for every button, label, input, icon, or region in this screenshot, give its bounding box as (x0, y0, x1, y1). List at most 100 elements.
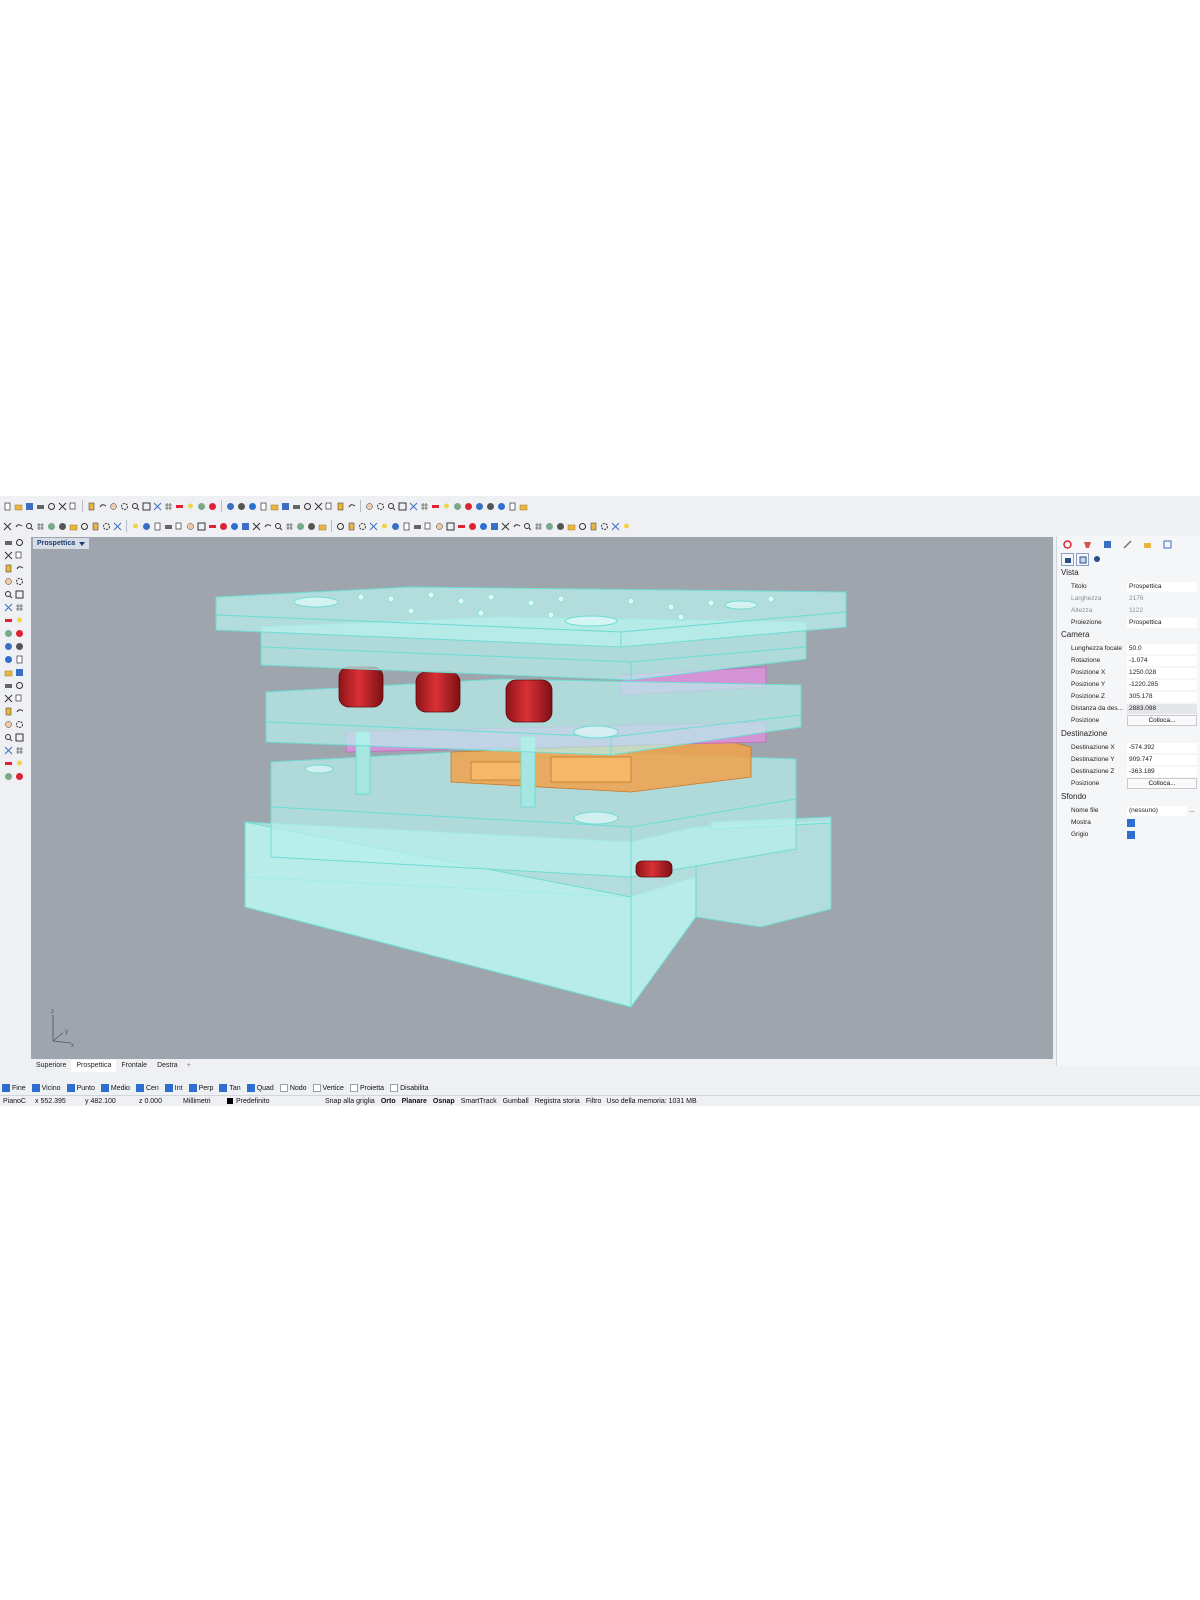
cut-icon[interactable] (501, 522, 510, 531)
print-icon[interactable] (292, 502, 301, 511)
grid-icon[interactable] (420, 502, 429, 511)
mostra-checkbox[interactable] (1127, 818, 1135, 827)
rotate-icon[interactable] (358, 522, 367, 531)
pan-icon[interactable] (4, 577, 13, 586)
car-icon[interactable] (208, 522, 217, 531)
undo-icon[interactable] (15, 564, 24, 573)
osnap-disabilita[interactable]: Disabilita (390, 1084, 428, 1092)
zoom-icon[interactable] (274, 522, 283, 531)
render-icon[interactable] (464, 502, 473, 511)
sphere-icon[interactable] (15, 642, 24, 651)
undo-icon[interactable] (15, 707, 24, 716)
cut-icon[interactable] (58, 502, 67, 511)
shade-icon[interactable] (4, 772, 13, 781)
cplane-label[interactable]: PianoC (3, 1098, 35, 1105)
zoom-extents-icon[interactable] (153, 502, 162, 511)
folder-tab-icon[interactable] (1139, 539, 1155, 549)
cut-icon[interactable] (314, 502, 323, 511)
zoom-extents-icon[interactable] (113, 522, 122, 531)
osnap-quad[interactable]: Quad (246, 1084, 274, 1092)
grid-icon[interactable] (285, 522, 294, 531)
cut-icon[interactable] (252, 522, 261, 531)
shade-icon[interactable] (197, 502, 206, 511)
open-folder-icon[interactable] (4, 668, 13, 677)
new-file-icon[interactable] (153, 522, 162, 531)
osnap-checkbox[interactable] (246, 1084, 255, 1092)
toggle-orto[interactable]: Orto (381, 1098, 396, 1105)
osnap-proietta[interactable]: Proietta (349, 1084, 384, 1092)
osnap-checkbox[interactable] (349, 1084, 358, 1092)
help-icon[interactable] (4, 655, 13, 664)
tab-prospettica[interactable]: Prospettica (71, 1060, 117, 1072)
osnap-checkbox[interactable] (279, 1084, 288, 1092)
tab-superiore[interactable]: Superiore (31, 1060, 71, 1072)
viewport-icon[interactable] (1076, 553, 1089, 566)
osnap-tan[interactable]: Tan (219, 1084, 241, 1092)
save-icon[interactable] (241, 522, 250, 531)
osnap-checkbox[interactable] (2, 1084, 10, 1092)
browse-file-button[interactable]: ... (1187, 807, 1197, 814)
rotate-icon[interactable] (15, 577, 24, 586)
zoom-extents-icon[interactable] (409, 502, 418, 511)
zoom-icon[interactable] (25, 522, 34, 531)
settings-icon[interactable] (1091, 553, 1102, 564)
zoom-icon[interactable] (523, 522, 532, 531)
osnap-medio[interactable]: Medio (100, 1084, 130, 1092)
osnap-perp[interactable]: Perp (188, 1084, 213, 1092)
paste-icon[interactable] (4, 564, 13, 573)
osnap-checkbox[interactable] (66, 1084, 75, 1092)
paste-icon[interactable] (4, 707, 13, 716)
open-folder-icon[interactable] (567, 522, 576, 531)
open-folder-icon[interactable] (270, 502, 279, 511)
open-folder-icon[interactable] (14, 502, 23, 511)
rotate-icon[interactable] (120, 502, 129, 511)
copy-icon[interactable] (15, 694, 24, 703)
zoom-icon[interactable] (4, 590, 13, 599)
toggle-smarttrack[interactable]: SmartTrack (461, 1098, 497, 1105)
osnap-checkbox[interactable] (219, 1084, 228, 1092)
properties-icon[interactable] (336, 522, 345, 531)
camera-colloca-button[interactable]: Colloca... (1127, 715, 1197, 726)
posz-field[interactable]: 305.178 (1127, 691, 1197, 702)
properties-icon[interactable] (47, 502, 56, 511)
rotate-icon[interactable] (15, 720, 24, 729)
open-folder-icon[interactable] (318, 522, 327, 531)
car-icon[interactable] (431, 502, 440, 511)
car-icon[interactable] (4, 616, 13, 625)
toggle-registra-storia[interactable]: Registra storia (535, 1098, 580, 1105)
open-folder-icon[interactable] (519, 502, 528, 511)
render-icon[interactable] (15, 629, 24, 638)
current-layer[interactable]: Predefinito (227, 1098, 325, 1105)
save-icon[interactable] (25, 502, 34, 511)
help-icon[interactable] (497, 502, 506, 511)
properties-icon[interactable] (15, 538, 24, 547)
mold-assembly-model[interactable] (31, 537, 1053, 1059)
destz-field[interactable]: -363.189 (1127, 766, 1197, 777)
zoom-icon[interactable] (387, 502, 396, 511)
osnap-punto[interactable]: Punto (66, 1084, 95, 1092)
new-file-icon[interactable] (259, 502, 268, 511)
toggle-osnap[interactable]: Osnap (433, 1098, 455, 1105)
copy-icon[interactable] (69, 502, 78, 511)
save-icon[interactable] (281, 502, 290, 511)
zoom-extents-icon[interactable] (4, 746, 13, 755)
material-icon[interactable] (475, 502, 484, 511)
print-icon[interactable] (164, 522, 173, 531)
layers-tab-icon[interactable] (1099, 539, 1115, 549)
add-viewport-tab-icon[interactable]: + (183, 1060, 195, 1072)
tab-frontale[interactable]: Frontale (116, 1060, 152, 1072)
camera-icon[interactable] (1061, 553, 1074, 566)
proiezione-select[interactable]: Prospettica (1127, 617, 1197, 628)
destx-field[interactable]: -574.392 (1127, 742, 1197, 753)
shade-icon[interactable] (453, 502, 462, 511)
grid-icon[interactable] (36, 522, 45, 531)
sphere-icon[interactable] (237, 502, 246, 511)
osnap-fine[interactable]: Fine (2, 1084, 26, 1092)
undo-icon[interactable] (98, 502, 107, 511)
toggle-filtro[interactable]: Filtro (586, 1098, 602, 1105)
copy-icon[interactable] (424, 522, 433, 531)
osnap-checkbox[interactable] (100, 1084, 109, 1092)
new-file-icon[interactable] (508, 502, 517, 511)
paste-icon[interactable] (336, 502, 345, 511)
osnap-checkbox[interactable] (31, 1084, 40, 1092)
